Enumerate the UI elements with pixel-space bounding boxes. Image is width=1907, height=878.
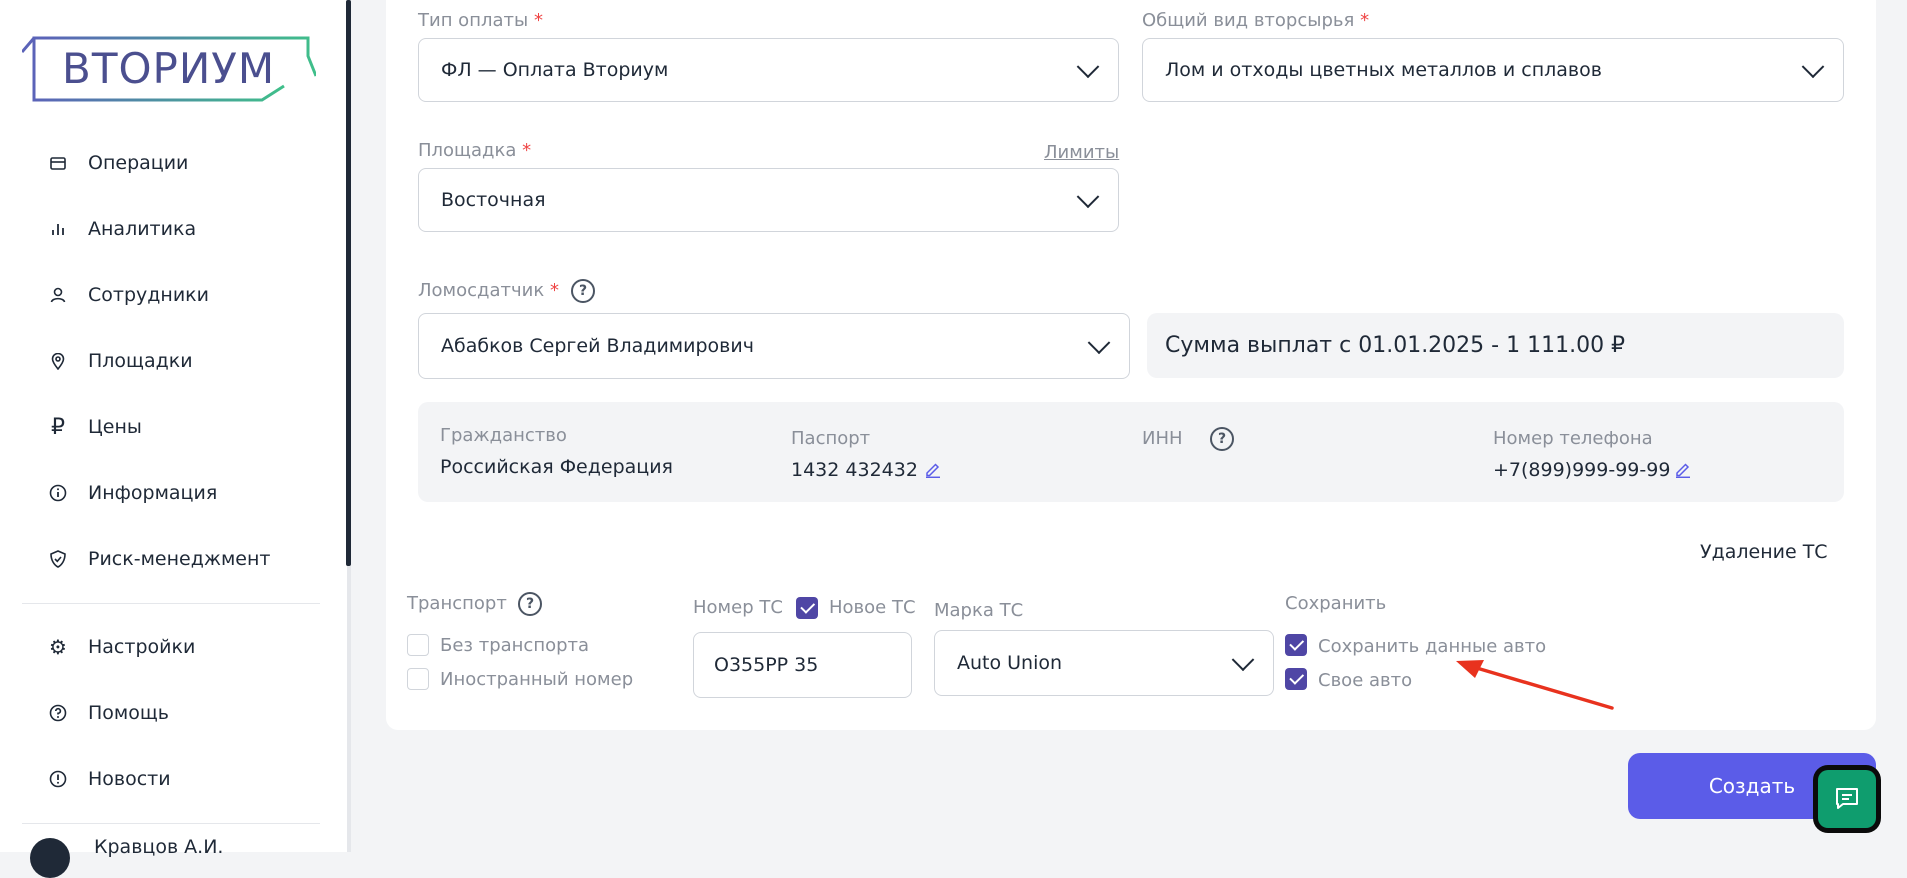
- chat-icon: [1836, 788, 1858, 809]
- sidebar-item-label: Помощь: [88, 702, 169, 724]
- payout-summary: Сумма выплат с 01.01.2025 - 1 111.00 ₽: [1147, 313, 1844, 378]
- sidebar-divider: [22, 603, 320, 604]
- transport-help-icon[interactable]: ?: [518, 592, 542, 616]
- user-icon: [48, 285, 68, 305]
- save-car-data-checkbox[interactable]: [1285, 634, 1307, 656]
- brand-label: Марка ТС: [934, 600, 1024, 621]
- passport-label: Паспорт: [791, 428, 871, 449]
- material-type-select[interactable]: Лом и отходы цветных металлов и сплавов: [1142, 38, 1844, 102]
- sidebar-item-news[interactable]: Новости: [48, 759, 171, 799]
- avatar: [30, 838, 70, 878]
- payout-summary-text: Сумма выплат с 01.01.2025 - 1 111.00 ₽: [1165, 333, 1626, 358]
- gear-icon: ⚙: [49, 635, 67, 659]
- sidebar-item-label: Новости: [88, 768, 171, 790]
- sidebar-item-operations[interactable]: Операции: [48, 143, 188, 183]
- save-car-data-label: Сохранить данные авто: [1318, 636, 1547, 657]
- citizenship-value: Российская Федерация: [440, 456, 673, 478]
- sidebar-item-label: Аналитика: [88, 218, 197, 240]
- payment-type-value: ФЛ — Оплата Вториум: [441, 59, 669, 81]
- phone-value: +7(899)999-99-99: [1493, 459, 1671, 481]
- plate-input[interactable]: [693, 632, 912, 698]
- delete-vehicle-button[interactable]: Удаление ТС: [1700, 541, 1828, 563]
- citizenship-label: Гражданство: [440, 425, 567, 446]
- supplier-select[interactable]: Абабков Сергей Владимирович: [418, 313, 1130, 379]
- card-icon: [48, 153, 68, 173]
- material-type-label: Общий вид вторсырья *: [1142, 10, 1370, 31]
- chevron-down-icon: [1801, 55, 1825, 79]
- annotation-arrow-icon: [1456, 660, 1614, 710]
- sidebar-scrollbar[interactable]: [346, 0, 351, 566]
- supplier-info-panel: [418, 402, 1844, 502]
- logo-text: ВТОРИУМ: [62, 44, 276, 93]
- chevron-down-icon: [1087, 331, 1111, 355]
- shield-check-icon: [48, 549, 68, 569]
- sidebar-item-risk-management[interactable]: Риск-менеджмент: [48, 539, 271, 579]
- material-type-value: Лом и отходы цветных металлов и сплавов: [1165, 59, 1602, 81]
- sidebar-item-settings[interactable]: ⚙ Настройки: [48, 627, 195, 667]
- site-label: Площадка *: [418, 140, 532, 161]
- plate-label: Номер ТС: [693, 597, 783, 618]
- chevron-down-icon: [1076, 185, 1100, 209]
- supplier-label: Ломосдатчик *: [418, 280, 559, 301]
- brand-select[interactable]: Auto Union: [934, 630, 1274, 696]
- inn-label: ИНН: [1142, 428, 1183, 449]
- sidebar-item-label: Риск-менеджмент: [88, 548, 271, 570]
- edit-phone-icon[interactable]: [1674, 460, 1692, 478]
- payment-type-label: Тип оплаты *: [418, 10, 543, 31]
- brand-logo[interactable]: ВТОРИУМ: [20, 36, 318, 104]
- sidebar-item-information[interactable]: Информация: [48, 473, 217, 513]
- chat-button[interactable]: [1818, 770, 1876, 828]
- sidebar-item-label: Настройки: [88, 636, 196, 658]
- no-transport-label: Без транспорта: [440, 635, 590, 656]
- sidebar-item-analytics[interactable]: Аналитика: [48, 209, 196, 249]
- ruble-icon: ₽: [51, 414, 65, 440]
- new-vehicle-label: Новое ТС: [829, 597, 916, 618]
- sidebar-item-label: Цены: [88, 416, 142, 438]
- create-button-label: Создать: [1708, 774, 1796, 798]
- foreign-plate-label: Иностранный номер: [440, 669, 634, 690]
- sidebar-item-sites[interactable]: Площадки: [48, 341, 193, 381]
- sidebar: ВТОРИУМ Операции Аналитика Сотрудники Пл…: [0, 0, 347, 878]
- phone-label: Номер телефона: [1493, 428, 1653, 449]
- sidebar-item-label: Сотрудники: [88, 284, 209, 306]
- sidebar-item-help[interactable]: Помощь: [48, 693, 169, 733]
- sidebar-item-prices[interactable]: ₽ Цены: [48, 407, 142, 447]
- limits-link[interactable]: Лимиты: [1044, 142, 1119, 163]
- save-label: Сохранить: [1285, 593, 1387, 614]
- sidebar-divider: [22, 823, 320, 824]
- passport-value: 1432 432432: [791, 459, 918, 481]
- alert-icon: [48, 769, 68, 789]
- sidebar-item-label: Информация: [88, 482, 218, 504]
- own-car-label: Свое авто: [1318, 670, 1413, 691]
- user-name: Кравцов А.И.: [94, 836, 224, 858]
- supplier-value: Абабков Сергей Владимирович: [441, 335, 754, 357]
- help-icon: [48, 703, 68, 723]
- chevron-down-icon: [1231, 648, 1255, 672]
- sidebar-item-label: Операции: [88, 152, 189, 174]
- supplier-help-icon[interactable]: ?: [571, 279, 595, 303]
- site-value: Восточная: [441, 189, 546, 211]
- bar-chart-icon: [48, 219, 68, 239]
- sidebar-item-label: Площадки: [88, 350, 193, 372]
- sidebar-item-employees[interactable]: Сотрудники: [48, 275, 209, 315]
- own-car-checkbox[interactable]: [1285, 668, 1307, 690]
- brand-value: Auto Union: [957, 652, 1063, 674]
- site-select[interactable]: Восточная: [418, 168, 1119, 232]
- no-transport-checkbox[interactable]: [407, 634, 429, 656]
- inn-help-icon[interactable]: ?: [1210, 427, 1234, 451]
- foreign-plate-checkbox[interactable]: [407, 668, 429, 690]
- edit-passport-icon[interactable]: [924, 460, 942, 478]
- user-profile[interactable]: Кравцов А.И.: [30, 836, 224, 878]
- location-pin-icon: [48, 351, 68, 371]
- new-vehicle-checkbox[interactable]: [796, 597, 818, 619]
- chevron-down-icon: [1076, 55, 1100, 79]
- info-icon: [48, 483, 68, 503]
- transport-label: Транспорт: [407, 593, 507, 614]
- payment-type-select[interactable]: ФЛ — Оплата Вториум: [418, 38, 1119, 102]
